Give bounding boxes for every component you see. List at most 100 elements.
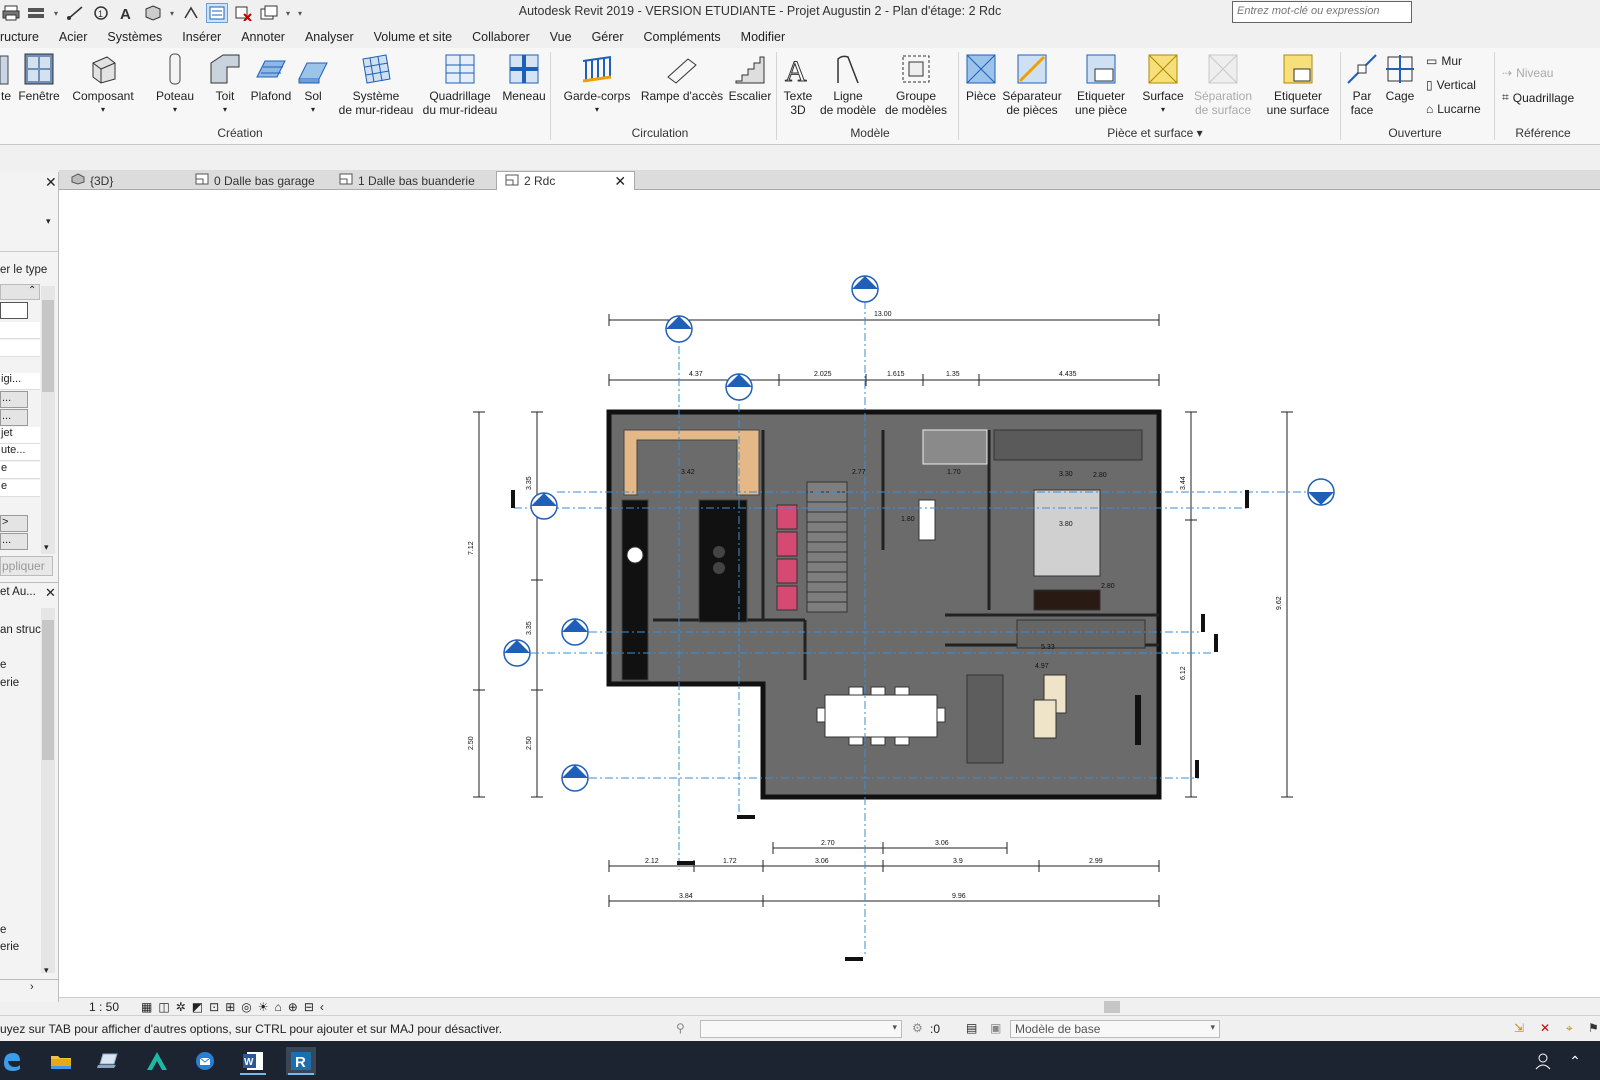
ribbon-button-par-face[interactable]: Par face: [1344, 52, 1380, 117]
ribbon-button-separation-surface[interactable]: Séparation de surface: [1188, 52, 1258, 117]
floor-plan-drawing[interactable]: 13.00 4.37 2.025 1.615 1.35 4.435 7.12 2…: [59, 190, 1600, 997]
tab-systemes[interactable]: Systèmes: [97, 26, 172, 48]
select-links-icon[interactable]: ⇲: [1514, 1021, 1524, 1035]
tab-complements[interactable]: Compléments: [634, 26, 731, 48]
workset-dropdown[interactable]: ▾: [700, 1020, 902, 1038]
scrollbar-thumb[interactable]: [42, 620, 54, 760]
property-row[interactable]: igi...: [0, 373, 40, 390]
browser-item[interactable]: an struc: [0, 624, 41, 636]
dining-table[interactable]: [824, 694, 938, 738]
ribbon-button-quadrillage[interactable]: ⌗ Quadrillage: [1502, 90, 1574, 105]
sideboard[interactable]: [1016, 619, 1146, 649]
wardrobe[interactable]: [993, 429, 1143, 461]
laptop-icon[interactable]: [94, 1047, 124, 1075]
tab-inserer[interactable]: Insérer: [172, 26, 231, 48]
view-scale[interactable]: 1 : 50: [89, 1000, 119, 1014]
outlook-icon[interactable]: [190, 1047, 220, 1075]
staircase[interactable]: [806, 481, 848, 613]
drawing-area[interactable]: 13.00 4.37 2.025 1.615 1.35 4.435 7.12 2…: [59, 190, 1600, 997]
crop-view-icon[interactable]: ⊡: [209, 1000, 219, 1014]
chevron-down-icon[interactable]: ▾: [44, 965, 49, 976]
close-icon[interactable]: ✕: [614, 173, 626, 190]
revit-icon[interactable]: R: [286, 1047, 316, 1075]
sofa[interactable]: [966, 674, 1004, 764]
select-by-face-icon[interactable]: ⚑: [1588, 1021, 1599, 1035]
visual-style-icon[interactable]: ◫: [158, 1000, 169, 1014]
scrollbar-thumb[interactable]: [1104, 1001, 1120, 1013]
close-icon[interactable]: ✕: [45, 585, 56, 601]
property-button[interactable]: >: [0, 515, 28, 532]
ribbon-button-separateur-pieces[interactable]: Séparateur de pièces: [1000, 52, 1064, 117]
editing-requests-icon[interactable]: ⚙: [912, 1021, 923, 1035]
browser-item[interactable]: e: [0, 924, 6, 936]
ribbon-button-escalier[interactable]: Escalier: [728, 52, 772, 103]
ribbon-button-niveau[interactable]: ⇢ Niveau: [1502, 66, 1553, 80]
edge-icon[interactable]: [0, 1047, 22, 1075]
ribbon-button-texte-3d[interactable]: A Texte 3D: [780, 52, 816, 118]
highlight-displacement-icon[interactable]: ⊟: [304, 1000, 314, 1014]
ribbon-button-sol[interactable]: Sol ▾: [296, 52, 330, 117]
temporary-hide-icon[interactable]: ◎: [241, 1000, 251, 1014]
scrollbar-thumb[interactable]: [42, 300, 54, 392]
tab-structure[interactable]: ructure: [0, 26, 49, 48]
lock-view-icon[interactable]: ⌂: [275, 1000, 282, 1014]
bathtub[interactable]: [922, 429, 988, 465]
autocad-icon[interactable]: [142, 1047, 172, 1075]
property-row[interactable]: [0, 340, 40, 357]
tab-3d-view[interactable]: {3D}: [63, 171, 121, 190]
kitchen-island[interactable]: [698, 499, 748, 623]
property-row[interactable]: ute...: [0, 444, 40, 461]
tab-annoter[interactable]: Annoter: [231, 26, 295, 48]
tv-unit[interactable]: [1135, 695, 1141, 745]
property-row[interactable]: jet: [0, 427, 40, 444]
tab-modifier[interactable]: Modifier: [731, 26, 795, 48]
bed[interactable]: [1033, 489, 1101, 577]
reveal-hidden-icon[interactable]: ☀: [258, 1000, 269, 1014]
tab-analyser[interactable]: Analyser: [295, 26, 364, 48]
apply-button[interactable]: ppliquer: [0, 556, 53, 576]
browser-item[interactable]: erie: [0, 941, 19, 953]
analytical-model-icon[interactable]: ⊕: [288, 1000, 298, 1014]
ribbon-button-composant[interactable]: Composant ▾: [70, 52, 136, 117]
armchair[interactable]: [1033, 699, 1057, 739]
ribbon-button-piece[interactable]: Pièce: [962, 52, 1000, 103]
tab-collaborer[interactable]: Collaborer: [462, 26, 540, 48]
ribbon-button-poteau[interactable]: Poteau ▾: [150, 52, 200, 117]
property-row[interactable]: [0, 322, 40, 339]
ribbon-button-ligne-modele[interactable]: Ligne de modèle: [818, 52, 878, 117]
browser-hscroll[interactable]: ›: [0, 979, 58, 997]
ribbon-button-mur[interactable]: ▭ Mur: [1426, 54, 1462, 68]
ribbon-button-surface[interactable]: Surface ▾: [1140, 52, 1186, 117]
tab-volume-site[interactable]: Volume et site: [364, 26, 463, 48]
chevron-down-icon[interactable]: ▾: [44, 542, 49, 553]
panel-label-piece[interactable]: Pièce et surface ▾: [1080, 126, 1230, 140]
ribbon-button-toit[interactable]: Toit ▾: [206, 52, 244, 117]
design-option-dropdown[interactable]: Modèle de base ▾: [1010, 1020, 1220, 1038]
close-icon[interactable]: ✕: [45, 174, 57, 191]
property-button[interactable]: ...: [0, 391, 28, 408]
ribbon-button-cage[interactable]: Cage: [1382, 52, 1418, 103]
show-crop-icon[interactable]: ⊞: [225, 1000, 235, 1014]
ribbon-button-plafond[interactable]: Plafond: [248, 52, 294, 103]
tab-2-rdc[interactable]: 2 Rdc ✕: [496, 171, 636, 190]
ribbon-button-meneau[interactable]: Meneau: [502, 52, 546, 103]
desk[interactable]: [1033, 589, 1101, 611]
ribbon-button-porte[interactable]: te: [0, 52, 12, 103]
ribbon-button-etiqueter-piece[interactable]: Etiqueter une pièce: [1066, 52, 1136, 117]
property-button[interactable]: ...: [0, 533, 28, 550]
chevron-left-icon[interactable]: ‹: [320, 1000, 324, 1014]
detail-level-icon[interactable]: ▦: [141, 1000, 152, 1014]
ribbon-button-systeme-mur-rideau[interactable]: Système de mur-rideau: [334, 52, 418, 117]
chevron-up-icon[interactable]: ⌃: [1560, 1047, 1590, 1075]
shadows-icon[interactable]: ◩: [192, 1000, 203, 1014]
canvas-hscroll[interactable]: [399, 1000, 1599, 1014]
select-underlay-icon[interactable]: ✕: [1540, 1021, 1550, 1035]
ribbon-button-lucarne[interactable]: ⌂ Lucarne: [1426, 102, 1481, 116]
select-pinned-icon[interactable]: ⌖: [1566, 1021, 1573, 1036]
tab-dalle-bas-garage[interactable]: 0 Dalle bas garage: [187, 171, 323, 190]
tab-vue[interactable]: Vue: [540, 26, 582, 48]
property-row[interactable]: e: [0, 462, 40, 479]
chevron-right-icon[interactable]: ›: [30, 981, 34, 993]
ribbon-button-fenetre[interactable]: Fenêtre: [16, 52, 62, 103]
ribbon-button-quadrillage-mur-rideau[interactable]: Quadrillage du mur-rideau: [420, 52, 500, 117]
